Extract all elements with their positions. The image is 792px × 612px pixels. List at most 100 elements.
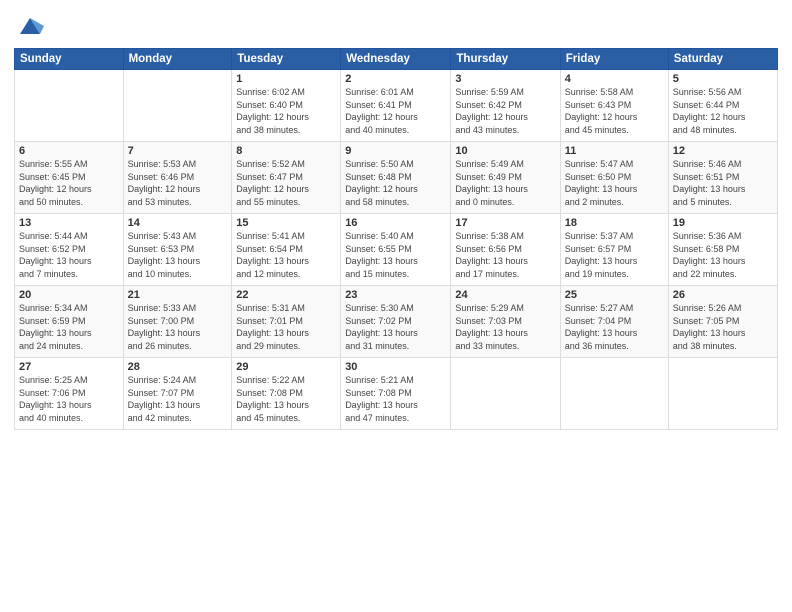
calendar-cell: 20Sunrise: 5:34 AM Sunset: 6:59 PM Dayli… xyxy=(15,286,124,358)
day-info: Sunrise: 5:43 AM Sunset: 6:53 PM Dayligh… xyxy=(128,230,228,280)
weekday-header-row: SundayMondayTuesdayWednesdayThursdayFrid… xyxy=(15,49,778,70)
weekday-header-sunday: Sunday xyxy=(15,49,124,70)
calendar-cell: 24Sunrise: 5:29 AM Sunset: 7:03 PM Dayli… xyxy=(451,286,560,358)
calendar-week-row-2: 6Sunrise: 5:55 AM Sunset: 6:45 PM Daylig… xyxy=(15,142,778,214)
calendar-cell: 7Sunrise: 5:53 AM Sunset: 6:46 PM Daylig… xyxy=(123,142,232,214)
calendar-week-row-5: 27Sunrise: 5:25 AM Sunset: 7:06 PM Dayli… xyxy=(15,358,778,430)
day-info: Sunrise: 5:34 AM Sunset: 6:59 PM Dayligh… xyxy=(19,302,119,352)
calendar-cell xyxy=(123,70,232,142)
day-number: 10 xyxy=(455,145,555,157)
day-info: Sunrise: 5:31 AM Sunset: 7:01 PM Dayligh… xyxy=(236,302,336,352)
calendar-week-row-1: 1Sunrise: 6:02 AM Sunset: 6:40 PM Daylig… xyxy=(15,70,778,142)
calendar-cell: 2Sunrise: 6:01 AM Sunset: 6:41 PM Daylig… xyxy=(341,70,451,142)
calendar-cell: 1Sunrise: 6:02 AM Sunset: 6:40 PM Daylig… xyxy=(232,70,341,142)
day-number: 11 xyxy=(565,145,664,157)
day-number: 27 xyxy=(19,361,119,373)
day-info: Sunrise: 5:41 AM Sunset: 6:54 PM Dayligh… xyxy=(236,230,336,280)
day-number: 26 xyxy=(673,289,773,301)
calendar-cell: 13Sunrise: 5:44 AM Sunset: 6:52 PM Dayli… xyxy=(15,214,124,286)
calendar-cell: 11Sunrise: 5:47 AM Sunset: 6:50 PM Dayli… xyxy=(560,142,668,214)
day-info: Sunrise: 5:22 AM Sunset: 7:08 PM Dayligh… xyxy=(236,374,336,424)
calendar-cell xyxy=(560,358,668,430)
day-number: 6 xyxy=(19,145,119,157)
header xyxy=(14,12,778,40)
day-info: Sunrise: 5:38 AM Sunset: 6:56 PM Dayligh… xyxy=(455,230,555,280)
weekday-header-wednesday: Wednesday xyxy=(341,49,451,70)
calendar-cell xyxy=(15,70,124,142)
day-info: Sunrise: 5:53 AM Sunset: 6:46 PM Dayligh… xyxy=(128,158,228,208)
calendar-cell: 21Sunrise: 5:33 AM Sunset: 7:00 PM Dayli… xyxy=(123,286,232,358)
day-number: 21 xyxy=(128,289,228,301)
day-number: 22 xyxy=(236,289,336,301)
day-number: 14 xyxy=(128,217,228,229)
calendar-cell: 14Sunrise: 5:43 AM Sunset: 6:53 PM Dayli… xyxy=(123,214,232,286)
day-info: Sunrise: 5:56 AM Sunset: 6:44 PM Dayligh… xyxy=(673,86,773,136)
calendar-cell: 10Sunrise: 5:49 AM Sunset: 6:49 PM Dayli… xyxy=(451,142,560,214)
calendar-cell: 30Sunrise: 5:21 AM Sunset: 7:08 PM Dayli… xyxy=(341,358,451,430)
calendar-cell: 12Sunrise: 5:46 AM Sunset: 6:51 PM Dayli… xyxy=(668,142,777,214)
day-number: 7 xyxy=(128,145,228,157)
day-info: Sunrise: 5:59 AM Sunset: 6:42 PM Dayligh… xyxy=(455,86,555,136)
day-info: Sunrise: 5:46 AM Sunset: 6:51 PM Dayligh… xyxy=(673,158,773,208)
day-info: Sunrise: 5:26 AM Sunset: 7:05 PM Dayligh… xyxy=(673,302,773,352)
logo-icon xyxy=(16,12,44,40)
day-number: 3 xyxy=(455,73,555,85)
calendar-cell: 4Sunrise: 5:58 AM Sunset: 6:43 PM Daylig… xyxy=(560,70,668,142)
day-info: Sunrise: 5:50 AM Sunset: 6:48 PM Dayligh… xyxy=(345,158,446,208)
day-number: 13 xyxy=(19,217,119,229)
day-info: Sunrise: 5:55 AM Sunset: 6:45 PM Dayligh… xyxy=(19,158,119,208)
day-info: Sunrise: 5:47 AM Sunset: 6:50 PM Dayligh… xyxy=(565,158,664,208)
day-number: 2 xyxy=(345,73,446,85)
calendar-cell: 28Sunrise: 5:24 AM Sunset: 7:07 PM Dayli… xyxy=(123,358,232,430)
day-number: 28 xyxy=(128,361,228,373)
calendar-cell: 19Sunrise: 5:36 AM Sunset: 6:58 PM Dayli… xyxy=(668,214,777,286)
day-number: 18 xyxy=(565,217,664,229)
day-number: 19 xyxy=(673,217,773,229)
weekday-header-monday: Monday xyxy=(123,49,232,70)
calendar-cell: 15Sunrise: 5:41 AM Sunset: 6:54 PM Dayli… xyxy=(232,214,341,286)
day-info: Sunrise: 5:44 AM Sunset: 6:52 PM Dayligh… xyxy=(19,230,119,280)
calendar-week-row-4: 20Sunrise: 5:34 AM Sunset: 6:59 PM Dayli… xyxy=(15,286,778,358)
calendar-cell: 25Sunrise: 5:27 AM Sunset: 7:04 PM Dayli… xyxy=(560,286,668,358)
day-number: 30 xyxy=(345,361,446,373)
calendar-cell: 6Sunrise: 5:55 AM Sunset: 6:45 PM Daylig… xyxy=(15,142,124,214)
calendar-cell: 16Sunrise: 5:40 AM Sunset: 6:55 PM Dayli… xyxy=(341,214,451,286)
calendar-cell: 29Sunrise: 5:22 AM Sunset: 7:08 PM Dayli… xyxy=(232,358,341,430)
calendar-cell xyxy=(668,358,777,430)
day-info: Sunrise: 5:29 AM Sunset: 7:03 PM Dayligh… xyxy=(455,302,555,352)
day-info: Sunrise: 5:25 AM Sunset: 7:06 PM Dayligh… xyxy=(19,374,119,424)
day-info: Sunrise: 5:52 AM Sunset: 6:47 PM Dayligh… xyxy=(236,158,336,208)
calendar-cell: 26Sunrise: 5:26 AM Sunset: 7:05 PM Dayli… xyxy=(668,286,777,358)
day-info: Sunrise: 5:58 AM Sunset: 6:43 PM Dayligh… xyxy=(565,86,664,136)
day-info: Sunrise: 5:37 AM Sunset: 6:57 PM Dayligh… xyxy=(565,230,664,280)
day-number: 9 xyxy=(345,145,446,157)
day-number: 23 xyxy=(345,289,446,301)
day-number: 4 xyxy=(565,73,664,85)
calendar-cell: 5Sunrise: 5:56 AM Sunset: 6:44 PM Daylig… xyxy=(668,70,777,142)
day-number: 8 xyxy=(236,145,336,157)
day-number: 16 xyxy=(345,217,446,229)
calendar-cell xyxy=(451,358,560,430)
day-number: 24 xyxy=(455,289,555,301)
calendar-cell: 8Sunrise: 5:52 AM Sunset: 6:47 PM Daylig… xyxy=(232,142,341,214)
logo xyxy=(14,12,44,40)
calendar-cell: 9Sunrise: 5:50 AM Sunset: 6:48 PM Daylig… xyxy=(341,142,451,214)
day-info: Sunrise: 5:36 AM Sunset: 6:58 PM Dayligh… xyxy=(673,230,773,280)
day-info: Sunrise: 5:27 AM Sunset: 7:04 PM Dayligh… xyxy=(565,302,664,352)
calendar-cell: 17Sunrise: 5:38 AM Sunset: 6:56 PM Dayli… xyxy=(451,214,560,286)
day-number: 20 xyxy=(19,289,119,301)
day-info: Sunrise: 5:30 AM Sunset: 7:02 PM Dayligh… xyxy=(345,302,446,352)
weekday-header-tuesday: Tuesday xyxy=(232,49,341,70)
calendar-cell: 27Sunrise: 5:25 AM Sunset: 7:06 PM Dayli… xyxy=(15,358,124,430)
calendar-cell: 23Sunrise: 5:30 AM Sunset: 7:02 PM Dayli… xyxy=(341,286,451,358)
day-info: Sunrise: 6:02 AM Sunset: 6:40 PM Dayligh… xyxy=(236,86,336,136)
weekday-header-friday: Friday xyxy=(560,49,668,70)
day-info: Sunrise: 5:33 AM Sunset: 7:00 PM Dayligh… xyxy=(128,302,228,352)
day-number: 15 xyxy=(236,217,336,229)
day-info: Sunrise: 5:49 AM Sunset: 6:49 PM Dayligh… xyxy=(455,158,555,208)
day-info: Sunrise: 5:21 AM Sunset: 7:08 PM Dayligh… xyxy=(345,374,446,424)
calendar-cell: 3Sunrise: 5:59 AM Sunset: 6:42 PM Daylig… xyxy=(451,70,560,142)
day-info: Sunrise: 5:40 AM Sunset: 6:55 PM Dayligh… xyxy=(345,230,446,280)
day-number: 29 xyxy=(236,361,336,373)
day-info: Sunrise: 5:24 AM Sunset: 7:07 PM Dayligh… xyxy=(128,374,228,424)
